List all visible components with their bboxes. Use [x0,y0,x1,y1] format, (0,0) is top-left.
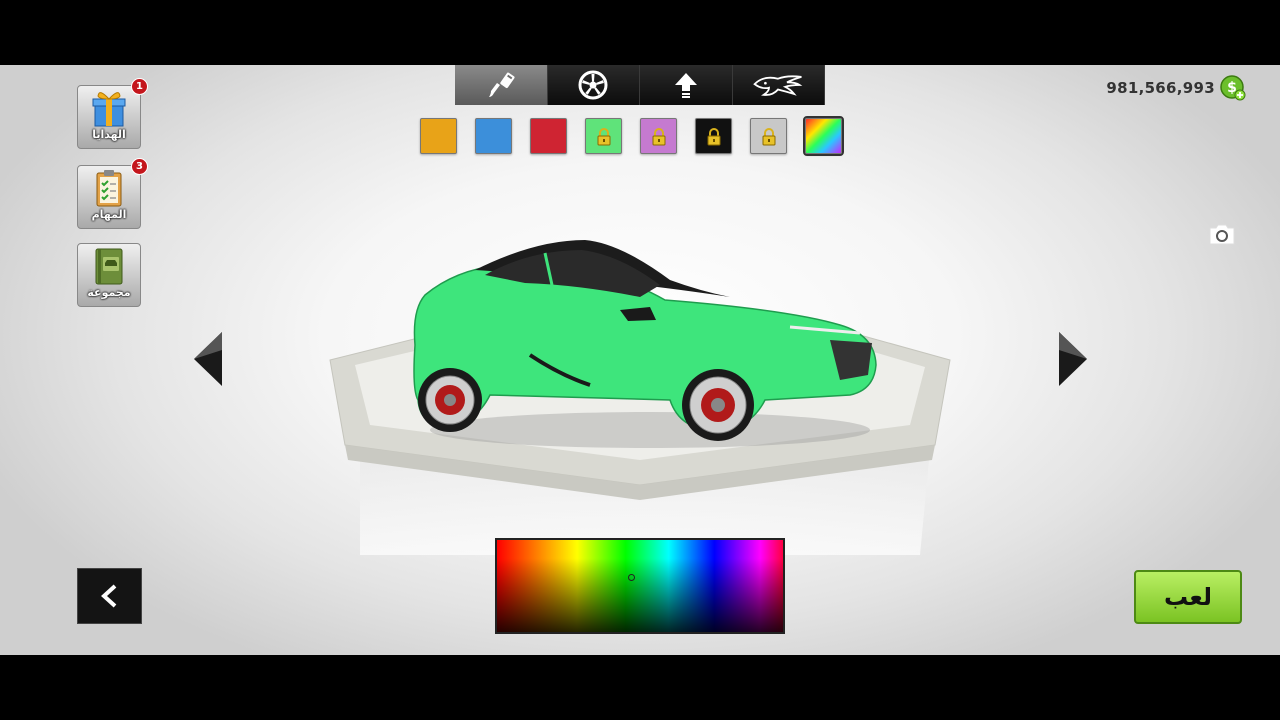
gifts-button[interactable]: الهدايا 1 [77,78,148,149]
garage-scene: الهدايا 1 المهام 3 مجموعة 981,566,993 $ [0,65,1280,655]
padlock-icon [707,128,721,146]
padlock-icon [762,128,776,146]
swatch-green-locked[interactable] [585,118,622,154]
camera-icon[interactable] [1207,221,1237,247]
swatch-red[interactable] [530,118,567,154]
chevron-left-icon [100,584,116,608]
color-picker-cursor[interactable] [628,574,635,581]
swatch-black-locked[interactable] [695,118,732,154]
tab-paint[interactable] [455,65,548,105]
padlock-icon [652,128,666,146]
tab-upgrade[interactable] [640,65,733,105]
back-button[interactable] [77,568,142,624]
gift-box-icon [92,92,126,127]
missions-badge: 3 [131,158,148,175]
swatch-blue[interactable] [475,118,512,154]
letterbox-bottom [0,655,1280,720]
next-car-arrow[interactable] [1055,330,1091,388]
swatch-orange[interactable] [420,118,457,154]
cash-amount: 981,566,993 [1106,79,1215,97]
paint-swatches [420,116,844,156]
tab-decals[interactable] [732,65,825,105]
car-album-book-icon [95,248,123,285]
collection-label: مجموعة [87,286,131,299]
gifts-badge: 1 [131,78,148,95]
gifts-label: الهدايا [92,128,126,141]
swatch-custom-rainbow[interactable] [803,116,844,156]
color-picker[interactable] [495,538,785,634]
collection-button[interactable]: مجموعة [77,243,141,307]
cash-display: 981,566,993 $ [1106,75,1246,101]
previous-car-arrow[interactable] [190,330,226,388]
cash-coin-plus-icon[interactable]: $ [1220,75,1246,101]
rear-wheel [418,368,482,432]
missions-label: المهام [91,208,127,221]
letterbox-top [0,0,1280,65]
color-picker-shade [497,540,783,632]
swatch-purple-locked[interactable] [640,118,677,154]
front-wheel [682,369,754,441]
tab-wheels[interactable] [547,65,640,105]
play-label: لعب [1164,583,1212,611]
customize-tabs [455,65,825,105]
play-button[interactable]: لعب [1134,570,1242,624]
paint-brush-icon [488,72,515,97]
tribal-dragon-decal-icon [753,75,803,96]
padlock-icon [597,128,611,146]
upgrade-arrow-icon [674,73,697,98]
wheel-icon [578,70,608,100]
missions-button[interactable]: المهام 3 [77,158,148,229]
clipboard-checklist-icon [96,170,122,207]
swatch-silver-locked[interactable] [750,118,787,154]
car-turntable [329,240,951,555]
